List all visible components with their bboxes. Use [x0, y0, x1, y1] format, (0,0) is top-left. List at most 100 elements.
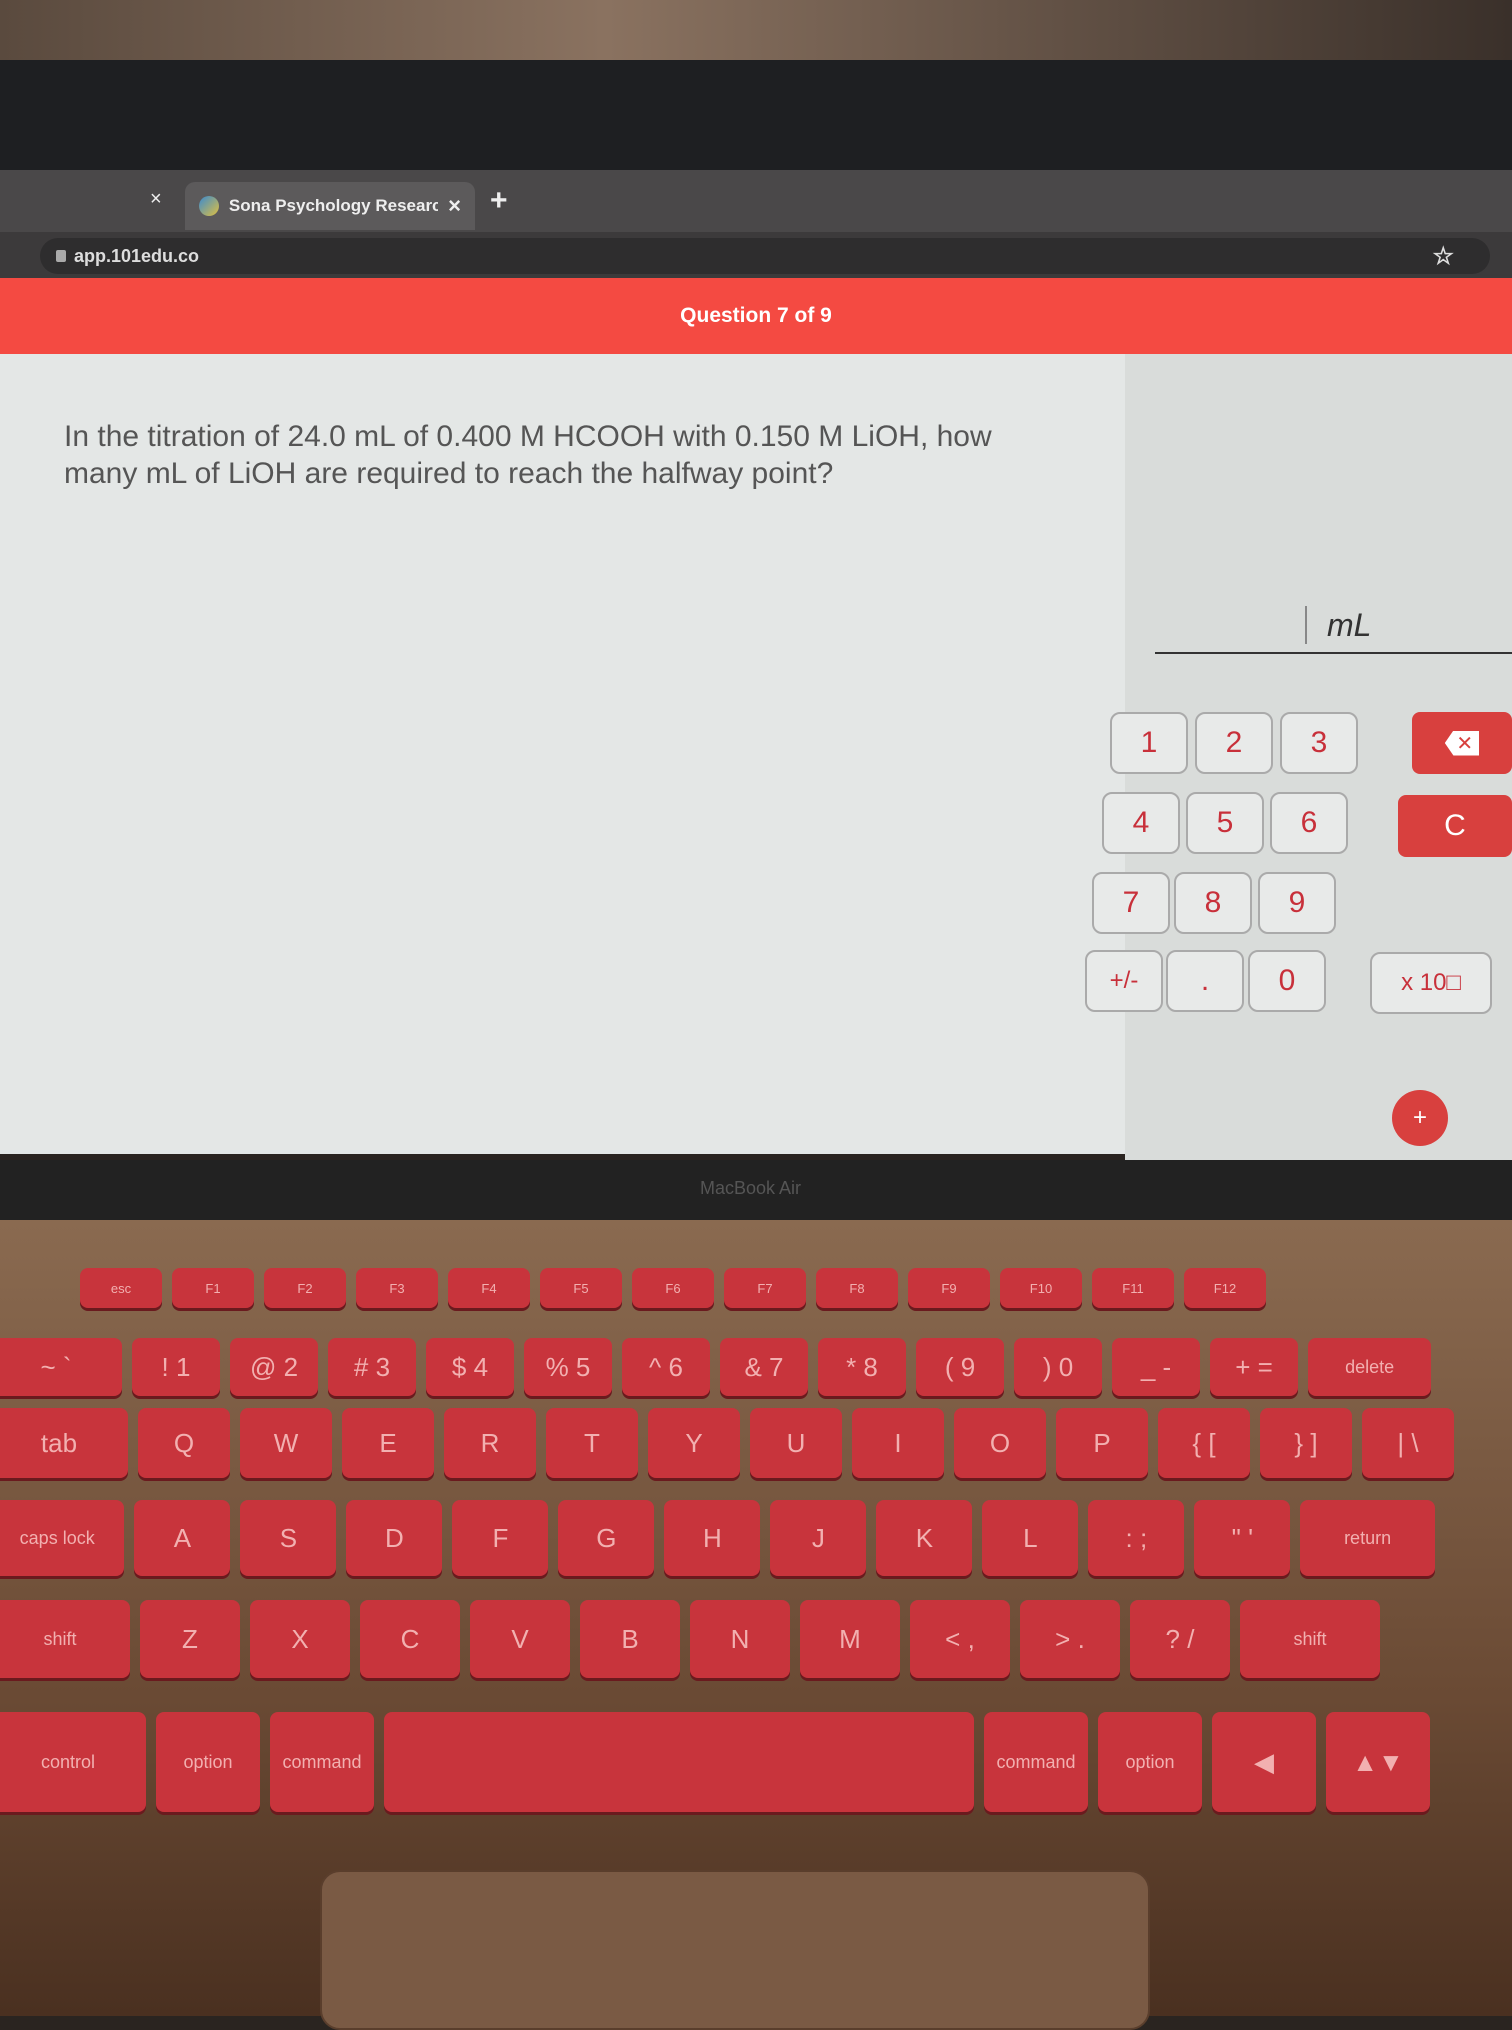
keyboard-key[interactable]: delete	[1308, 1338, 1432, 1396]
keyboard-key[interactable]: " '	[1194, 1500, 1291, 1576]
tab-sona[interactable]: Sona Psychology Research Pa ×	[185, 182, 475, 230]
keyboard-key[interactable]: G	[558, 1500, 655, 1576]
keyboard-key[interactable]: option	[156, 1712, 260, 1812]
keyboard-key[interactable]: ◀	[1212, 1712, 1316, 1812]
keyboard-key[interactable]: F12	[1184, 1268, 1266, 1308]
keyboard-key[interactable]: F5	[540, 1268, 622, 1308]
keyboard-key[interactable]: return	[1300, 1500, 1435, 1576]
keyboard-key[interactable]: F10	[1000, 1268, 1082, 1308]
prev-tab-close-icon[interactable]: ×	[150, 188, 162, 211]
keyboard-key[interactable]: B	[580, 1600, 680, 1678]
keyboard-key[interactable]: ▲▼	[1326, 1712, 1430, 1812]
keyboard-key[interactable]: ^ 6	[622, 1338, 710, 1396]
keyboard-key[interactable]: V	[470, 1600, 570, 1678]
keyboard-key[interactable]: ( 9	[916, 1338, 1004, 1396]
keyboard-key[interactable]: A	[134, 1500, 231, 1576]
tab-label: Sona Psychology Research Pa	[228, 196, 439, 215]
keyboard-key[interactable]: W	[240, 1408, 332, 1478]
keyboard-key[interactable]: Y	[648, 1408, 740, 1478]
keyboard-key[interactable]: Z	[140, 1600, 240, 1678]
keyboard-key[interactable]: F1	[172, 1268, 254, 1308]
keyboard-key[interactable]: O	[954, 1408, 1046, 1478]
keyboard-key[interactable]: F8	[816, 1268, 898, 1308]
tab-close-icon[interactable]: ×	[448, 193, 461, 219]
key-5[interactable]: 5	[1186, 792, 1264, 854]
keyboard-key[interactable]: I	[852, 1408, 944, 1478]
scientific-notation-button[interactable]: x 10□	[1370, 952, 1492, 1014]
keyboard-key[interactable]: + =	[1210, 1338, 1298, 1396]
keyboard-key[interactable]: R	[444, 1408, 536, 1478]
keyboard-key[interactable]: F3	[356, 1268, 438, 1308]
keyboard-key[interactable]: U	[750, 1408, 842, 1478]
decimal-button[interactable]: .	[1166, 950, 1244, 1012]
keyboard-key[interactable]: N	[690, 1600, 790, 1678]
keyboard-key[interactable]: ? /	[1130, 1600, 1230, 1678]
key-2[interactable]: 2	[1195, 712, 1273, 774]
keyboard-key[interactable]: # 3	[328, 1338, 416, 1396]
keyboard-key[interactable]: ! 1	[132, 1338, 220, 1396]
keyboard-key[interactable]: C	[360, 1600, 460, 1678]
keyboard-key[interactable]: shift	[1240, 1600, 1380, 1678]
answer-input[interactable]: mL	[1155, 600, 1512, 654]
sign-toggle-button[interactable]: +/-	[1085, 950, 1163, 1012]
keyboard-key[interactable]: T	[546, 1408, 638, 1478]
key-8[interactable]: 8	[1174, 872, 1252, 934]
key-7[interactable]: 7	[1092, 872, 1170, 934]
keyboard-key[interactable]: J	[770, 1500, 867, 1576]
keyboard-key[interactable]: D	[346, 1500, 443, 1576]
keyboard-key[interactable]: control	[0, 1712, 146, 1812]
trackpad[interactable]	[320, 1870, 1150, 2030]
keyboard-key[interactable]: E	[342, 1408, 434, 1478]
keyboard-key[interactable]: X	[250, 1600, 350, 1678]
keyboard-key[interactable]: command	[984, 1712, 1088, 1812]
key-4[interactable]: 4	[1102, 792, 1180, 854]
keyboard-key[interactable]: : ;	[1088, 1500, 1185, 1576]
keyboard-key[interactable]: Q	[138, 1408, 230, 1478]
new-tab-button[interactable]: +	[490, 184, 508, 218]
keyboard-key[interactable]: command	[270, 1712, 374, 1812]
keyboard-key[interactable]: & 7	[720, 1338, 808, 1396]
keyboard-key[interactable]: | \	[1362, 1408, 1454, 1478]
keyboard-key[interactable]: F2	[264, 1268, 346, 1308]
key-0[interactable]: 0	[1248, 950, 1326, 1012]
keyboard-key[interactable]: < ,	[910, 1600, 1010, 1678]
keyboard-key[interactable]: } ]	[1260, 1408, 1352, 1478]
backspace-button[interactable]: ✕	[1412, 712, 1512, 774]
key-3[interactable]: 3	[1280, 712, 1358, 774]
keyboard-fn-row: esc F1 F2 F3 F4 F5 F6 F7 F8 F9 F10 F11 F12	[80, 1268, 1266, 1308]
keyboard-key[interactable]: * 8	[818, 1338, 906, 1396]
keyboard-key[interactable]: > .	[1020, 1600, 1120, 1678]
keyboard-key[interactable]: ) 0	[1014, 1338, 1102, 1396]
keyboard-key[interactable]: S	[240, 1500, 337, 1576]
keyboard-key[interactable]: P	[1056, 1408, 1148, 1478]
keyboard-key[interactable]: ~ `	[0, 1338, 122, 1396]
key-1[interactable]: 1	[1110, 712, 1188, 774]
keyboard-key[interactable]: F6	[632, 1268, 714, 1308]
keyboard-key[interactable]: _ -	[1112, 1338, 1200, 1396]
keyboard-key[interactable]: F7	[724, 1268, 806, 1308]
keyboard-key[interactable]: esc	[80, 1268, 162, 1308]
keyboard-key[interactable]: M	[800, 1600, 900, 1678]
keyboard-key[interactable]: F9	[908, 1268, 990, 1308]
keyboard-key[interactable]: shift	[0, 1600, 130, 1678]
keyboard-key[interactable]: { [	[1158, 1408, 1250, 1478]
keyboard-key[interactable]: $ 4	[426, 1338, 514, 1396]
keyboard-key[interactable]: L	[982, 1500, 1079, 1576]
keyboard-key[interactable]: F	[452, 1500, 549, 1576]
keyboard-key[interactable]	[384, 1712, 974, 1812]
clear-button[interactable]: C	[1398, 795, 1512, 857]
key-6[interactable]: 6	[1270, 792, 1348, 854]
address-bar[interactable]: app.101edu.co ☆	[40, 238, 1490, 274]
key-9[interactable]: 9	[1258, 872, 1336, 934]
add-button[interactable]: +	[1392, 1090, 1448, 1146]
keyboard-key[interactable]: tab	[0, 1408, 128, 1478]
keyboard-key[interactable]: F4	[448, 1268, 530, 1308]
keyboard-key[interactable]: H	[664, 1500, 761, 1576]
keyboard-key[interactable]: caps lock	[0, 1500, 125, 1576]
keyboard-key[interactable]: % 5	[524, 1338, 612, 1396]
keyboard-key[interactable]: F11	[1092, 1268, 1174, 1308]
keyboard-key[interactable]: K	[876, 1500, 973, 1576]
star-icon[interactable]: ☆	[1432, 242, 1454, 271]
keyboard-key[interactable]: @ 2	[230, 1338, 318, 1396]
keyboard-key[interactable]: option	[1098, 1712, 1202, 1812]
